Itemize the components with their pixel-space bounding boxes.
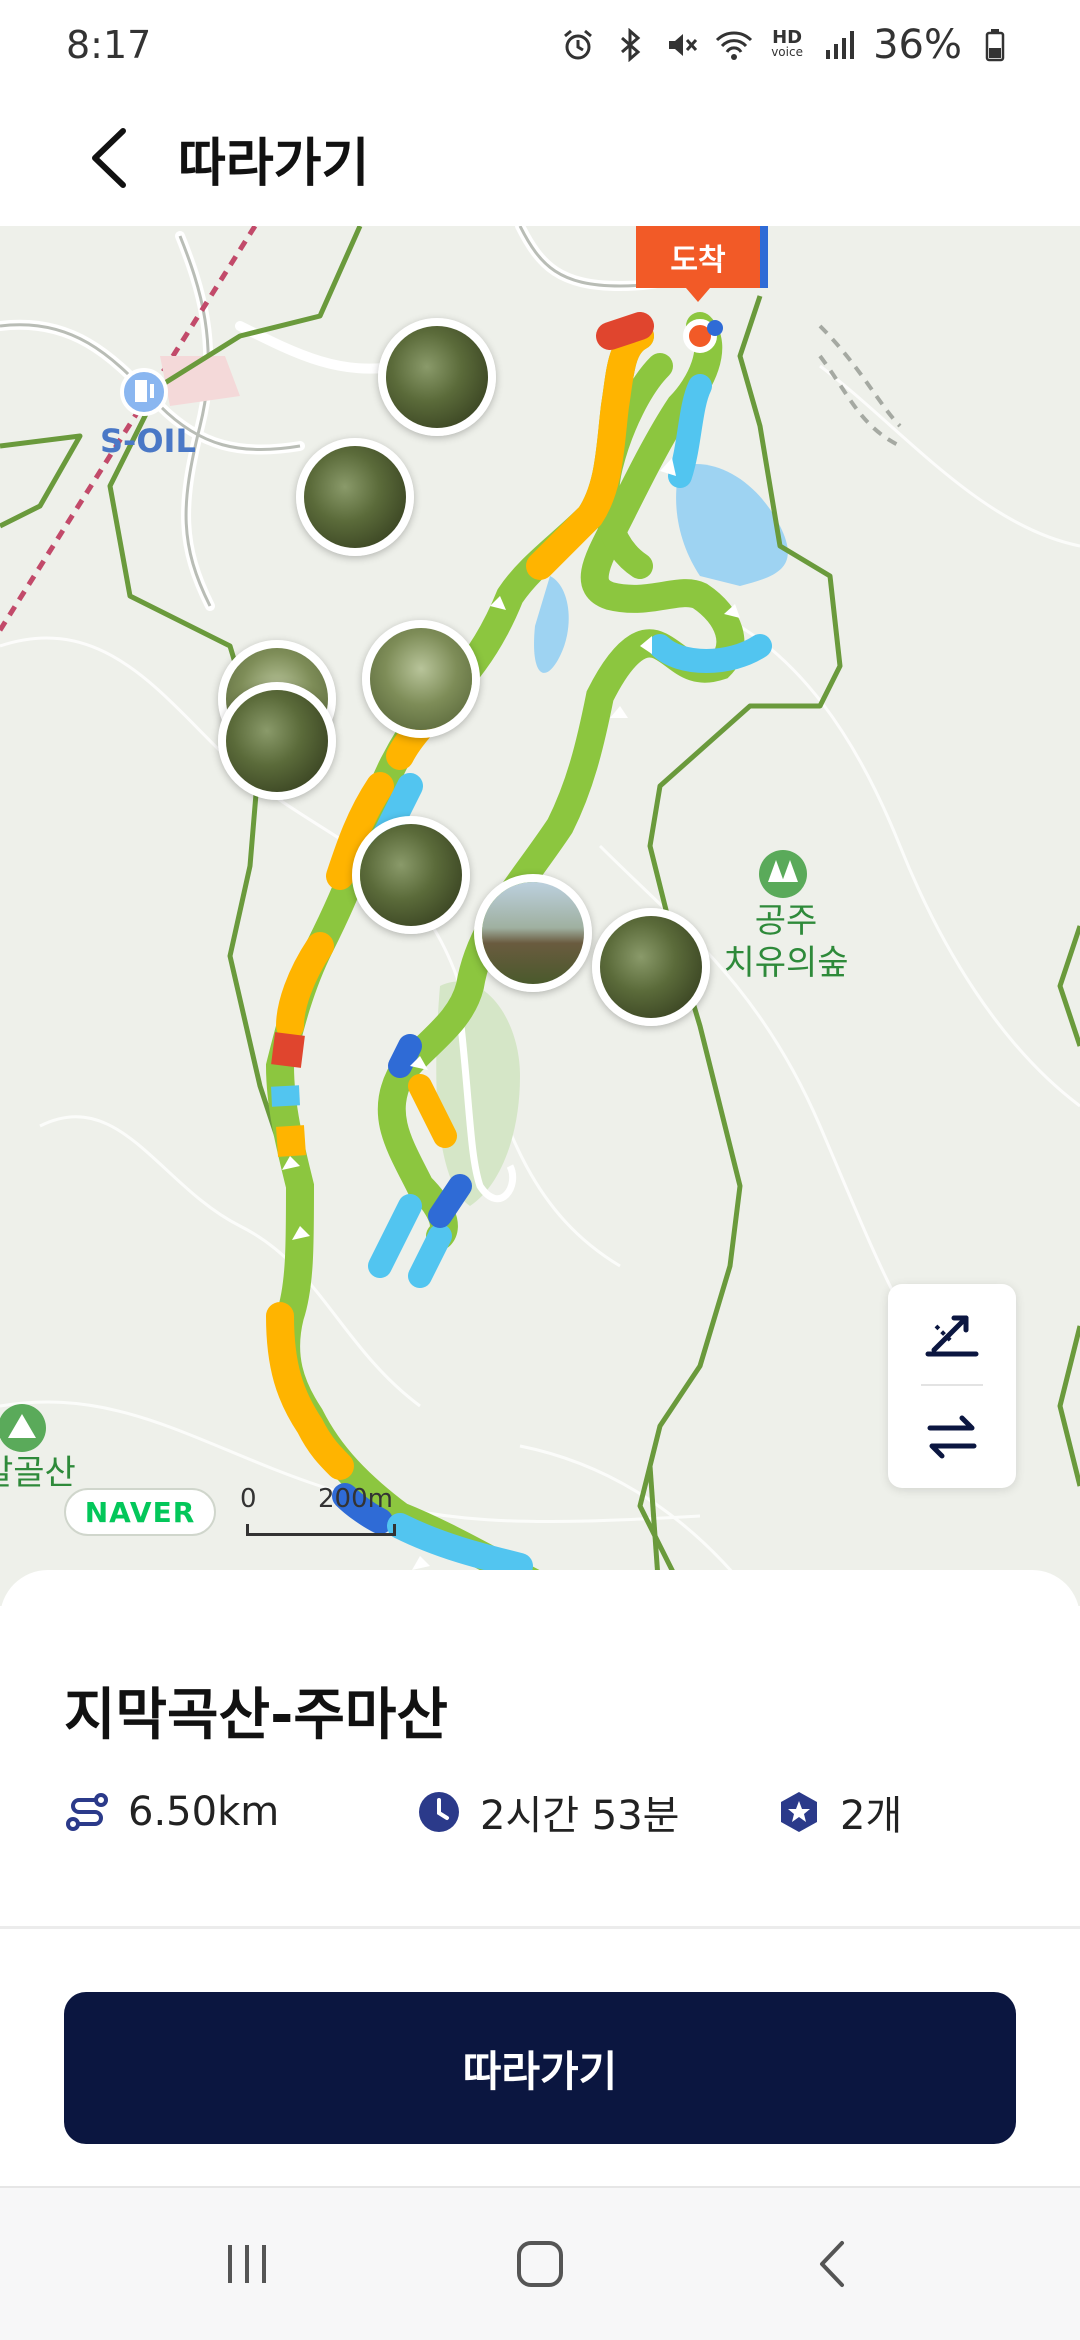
follow-button[interactable]: 따라가기 <box>64 1992 1016 2144</box>
scale-bar <box>246 1524 396 1536</box>
trail-photo <box>600 916 702 1018</box>
page-title: 따라가기 <box>178 133 370 194</box>
app-header: 따라가기 <box>0 90 1080 226</box>
reverse-direction-icon <box>927 1415 977 1459</box>
map-scale: 0 200m <box>240 1484 400 1540</box>
photo-pin[interactable] <box>592 908 710 1026</box>
battery-level: 36% <box>873 22 962 68</box>
distance-value: 6.50km <box>128 1789 280 1835</box>
system-back-button[interactable] <box>773 2204 893 2324</box>
hd-voice-icon: HD voice <box>767 26 807 64</box>
trail-photo <box>386 326 488 428</box>
course-name: 지막곡산-주마산 <box>64 1683 448 1748</box>
trail-photo <box>226 690 328 792</box>
photo-pin[interactable] <box>218 682 336 800</box>
route-map[interactable]: 도착 S-OIL 공주 치유의숲 발골산 NAVER 0 200m <box>0 226 1080 1606</box>
course-stats: 6.50km 2시간 53분 2개 <box>64 1782 1024 1842</box>
photo-pin[interactable] <box>378 318 496 436</box>
arrival-marker[interactable]: 도착 <box>636 226 760 302</box>
stat-badges: 2개 <box>776 1782 902 1842</box>
voice-label: voice <box>771 45 803 59</box>
mountain-label: 발골산 <box>0 1453 76 1493</box>
duration-value: 2시간 53분 <box>480 1793 680 1839</box>
back-icon <box>820 2241 845 2287</box>
clock-icon <box>416 1789 462 1835</box>
course-info-sheet: 지막곡산-주마산 6.50km 2시간 53분 2개 따라가기 <box>0 1570 1080 2192</box>
route-distance-icon <box>64 1789 110 1835</box>
status-bar: 8:17 HD voice 36% <box>0 0 1080 90</box>
stat-duration: 2시간 53분 <box>416 1782 679 1842</box>
mute-icon <box>663 26 701 64</box>
stat-distance: 6.50km <box>64 1782 279 1842</box>
back-button[interactable] <box>64 113 154 203</box>
photo-pin[interactable] <box>474 874 592 992</box>
hd-label: HD <box>772 27 803 48</box>
poi-label-healing-forest: 공주 치유의숲 <box>706 900 866 984</box>
poi-label-line2: 치유의숲 <box>723 943 849 983</box>
alarm-icon <box>559 26 597 64</box>
badges-value: 2개 <box>840 1793 903 1839</box>
bluetooth-icon <box>611 26 649 64</box>
home-button[interactable] <box>480 2204 600 2324</box>
trail-photo <box>482 882 584 984</box>
gas-station-label: S-OIL <box>100 422 196 460</box>
poi-label-line1: 공주 <box>754 901 818 941</box>
photo-pin[interactable] <box>296 438 414 556</box>
arrival-marker-edge <box>760 226 768 288</box>
elevation-button[interactable] <box>888 1284 1016 1384</box>
trail-photo <box>360 824 462 926</box>
elevation-icon <box>925 1315 979 1357</box>
recent-apps-icon <box>227 2245 266 2283</box>
system-nav-bar <box>0 2186 1080 2340</box>
reverse-direction-button[interactable] <box>888 1386 1016 1486</box>
status-icons: HD voice 36% <box>559 22 1014 68</box>
badge-star-icon <box>776 1789 822 1835</box>
battery-icon <box>976 26 1014 64</box>
wifi-icon <box>715 26 753 64</box>
divider <box>0 1926 1080 1929</box>
recent-apps-button[interactable] <box>187 2204 307 2324</box>
scale-zero: 0 <box>240 1484 257 1514</box>
signal-icon <box>821 26 859 64</box>
home-icon <box>516 2241 563 2287</box>
trail-photo <box>370 628 472 730</box>
map-controls <box>888 1284 1016 1488</box>
scale-distance: 200m <box>318 1484 393 1514</box>
status-time: 8:17 <box>66 23 152 67</box>
trail-photo <box>304 446 406 548</box>
photo-pin[interactable] <box>352 816 470 934</box>
photo-pin[interactable] <box>362 620 480 738</box>
chevron-left-icon <box>92 128 126 188</box>
naver-logo: NAVER <box>64 1488 216 1536</box>
